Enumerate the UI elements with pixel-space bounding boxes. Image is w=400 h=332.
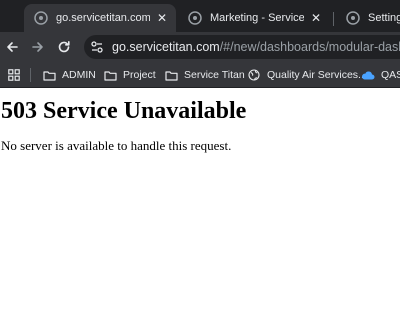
bookmark-project[interactable]: Project bbox=[103, 66, 156, 84]
back-button[interactable] bbox=[0, 35, 24, 59]
url-text: go.servicetitan.com/#/new/dashboards/mod… bbox=[112, 40, 400, 54]
bookmark-qas[interactable]: QAS - bbox=[361, 66, 400, 84]
bookmark-quality-air-services[interactable]: Quality Air Services... bbox=[247, 66, 367, 84]
folder-icon bbox=[42, 68, 56, 82]
back-arrow-icon bbox=[7, 42, 18, 52]
tab-title: Settings - bbox=[368, 12, 400, 24]
error-message: No server is available to handle this re… bbox=[1, 138, 232, 153]
cloud-icon bbox=[361, 68, 375, 82]
bookmark-label: QAS - bbox=[381, 69, 400, 81]
bookmark-label: ADMIN bbox=[62, 69, 96, 81]
folder-icon bbox=[103, 68, 117, 82]
apps-button[interactable] bbox=[7, 66, 21, 84]
folder-icon bbox=[164, 68, 178, 82]
tab-close-icon[interactable]: ✕ bbox=[154, 10, 170, 26]
globe-icon bbox=[247, 68, 261, 82]
bookmark-admin[interactable]: ADMIN bbox=[42, 66, 96, 84]
tab-title: Marketing - ServiceTitan bbox=[210, 12, 304, 24]
servicetitan-favicon-icon bbox=[34, 11, 48, 25]
url-path: /#/new/dashboards/modular-dashboard bbox=[219, 40, 400, 54]
tab-strip: go.servicetitan.com/#/new ✕ Marketing - … bbox=[0, 0, 400, 32]
bookmark-label: Quality Air Services... bbox=[267, 69, 367, 81]
bookmark-label: Service Titan bbox=[184, 69, 245, 81]
bookmark-label: Project bbox=[123, 69, 156, 81]
tab-servicetitan-dashboard[interactable]: go.servicetitan.com/#/new ✕ bbox=[24, 4, 176, 32]
page-content: 503 Service Unavailable No server is ava… bbox=[0, 88, 400, 332]
reload-button[interactable] bbox=[52, 35, 76, 59]
tab-close-icon[interactable]: ✕ bbox=[308, 10, 324, 26]
servicetitan-favicon-icon bbox=[188, 11, 202, 25]
site-settings-icon[interactable] bbox=[90, 39, 104, 55]
servicetitan-favicon-icon bbox=[346, 11, 360, 25]
bookmark-service-titan[interactable]: Service Titan bbox=[164, 66, 245, 84]
address-bar[interactable]: go.servicetitan.com/#/new/dashboards/mod… bbox=[84, 35, 400, 59]
forward-arrow-icon bbox=[32, 42, 43, 52]
apps-grid-icon bbox=[7, 68, 21, 82]
bookmarks-bar: ADMIN Project Service Titan Quality Air … bbox=[0, 62, 400, 88]
tab-title: go.servicetitan.com/#/new bbox=[56, 12, 150, 24]
forward-button[interactable] bbox=[26, 35, 50, 59]
tab-settings[interactable]: Settings - bbox=[336, 4, 400, 32]
bookmarks-separator bbox=[30, 68, 31, 82]
page-title: 503 Service Unavailable bbox=[1, 98, 247, 124]
tab-marketing[interactable]: Marketing - ServiceTitan ✕ bbox=[178, 4, 330, 32]
tab-separator bbox=[333, 12, 334, 26]
reload-icon bbox=[58, 41, 70, 53]
url-host: go.servicetitan.com bbox=[112, 40, 220, 54]
